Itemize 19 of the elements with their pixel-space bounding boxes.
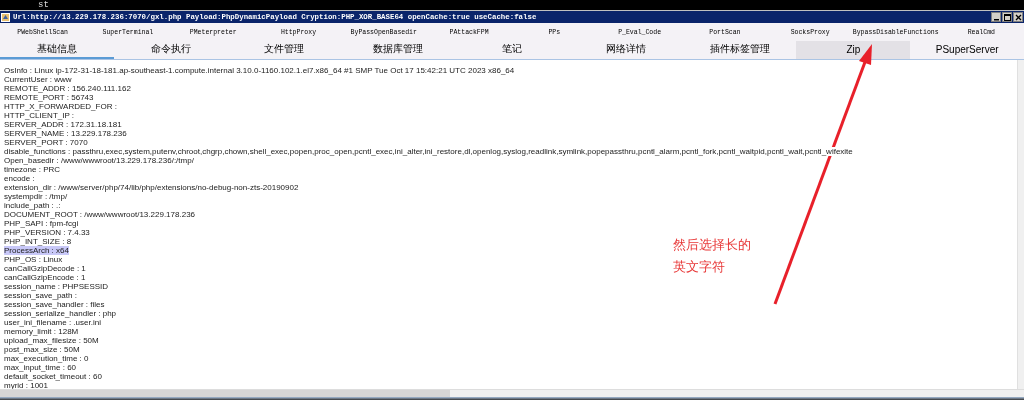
tab[interactable]: 基础信息	[0, 41, 114, 59]
close-icon	[1014, 13, 1022, 21]
annotation-text: 然后选择长的 英文字符	[673, 236, 751, 276]
app-icon	[1, 12, 10, 22]
tab[interactable]: 网络详情	[568, 41, 683, 59]
scrollbar-thumb[interactable]	[0, 390, 450, 397]
tab[interactable]: 笔记	[455, 41, 569, 59]
top-bar-label: st	[38, 0, 49, 10]
tab[interactable]: PSuperServer	[910, 41, 1024, 59]
tab[interactable]: 数据库管理	[341, 41, 456, 59]
maximize-icon	[1003, 13, 1011, 21]
close-button[interactable]	[1013, 12, 1023, 22]
maximize-button[interactable]	[1002, 12, 1012, 22]
minimize-button[interactable]	[991, 12, 1001, 22]
vertical-scrollbar[interactable]	[1017, 60, 1024, 389]
tab[interactable]: Zip	[796, 41, 911, 59]
tab[interactable]: 文件管理	[227, 41, 342, 59]
tab[interactable]: 插件标签管理	[682, 41, 797, 59]
tab[interactable]: 命令执行	[113, 41, 228, 59]
